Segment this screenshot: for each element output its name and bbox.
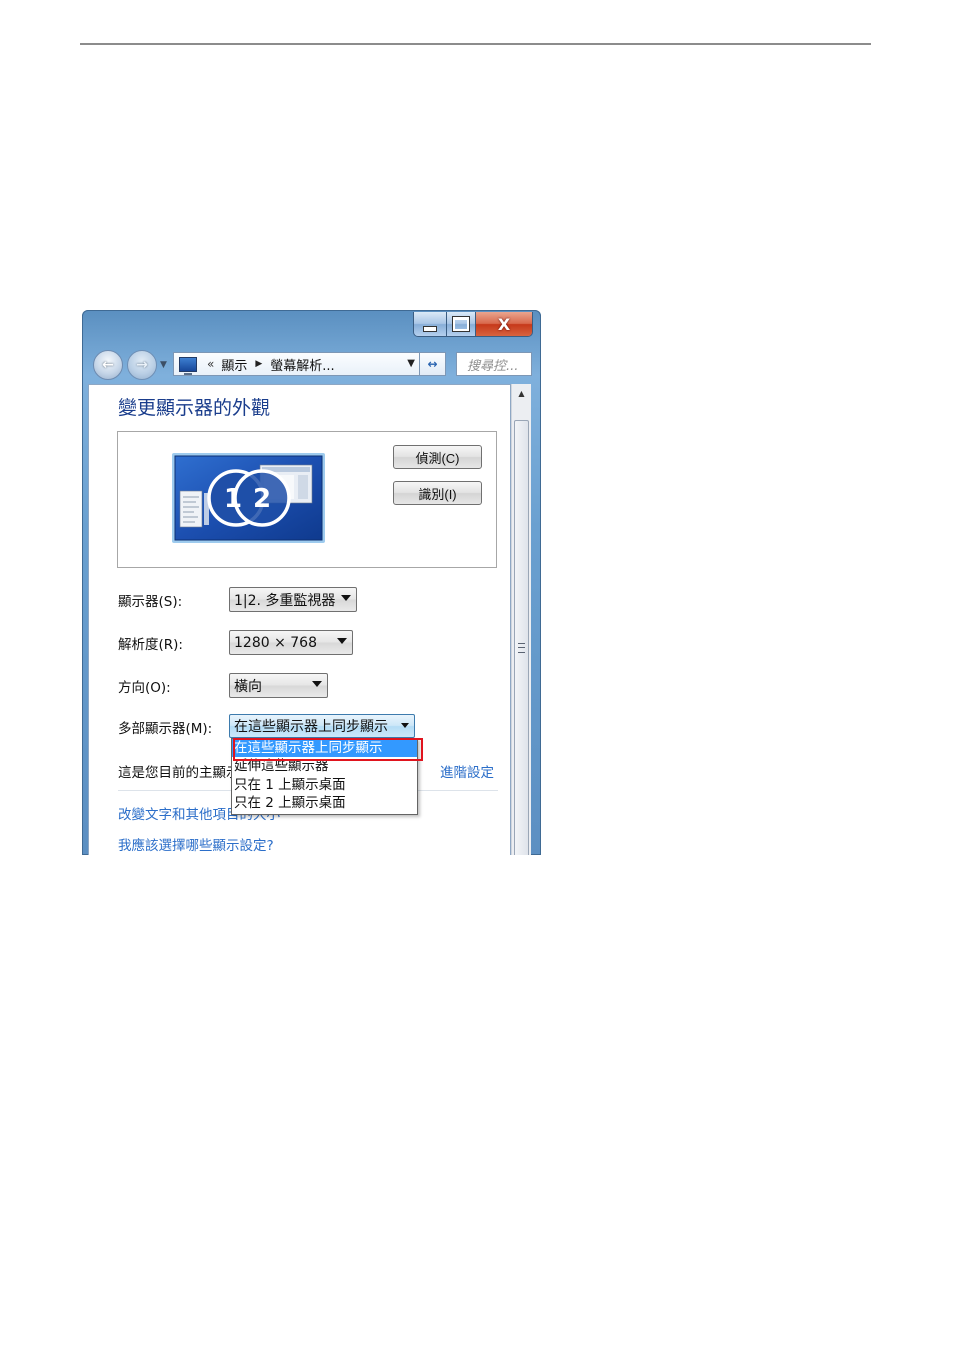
resolution-label: 解析度(R): (118, 637, 183, 653)
monitor-arrangement-graphic[interactable]: 1 2 (172, 453, 325, 543)
recent-pages-dropdown[interactable]: ▼ (160, 360, 167, 370)
display-label: 顯示器(S): (118, 594, 183, 610)
monitor-2-label: 2 (253, 484, 271, 514)
chevron-down-icon (312, 681, 322, 687)
search-input[interactable]: 搜尋控... (456, 352, 532, 376)
refresh-button[interactable]: ↔ (420, 352, 446, 376)
close-button[interactable]: X (476, 312, 532, 336)
orientation-select[interactable]: 橫向 (229, 673, 328, 698)
maximize-button[interactable] (447, 312, 476, 336)
orientation-label: 方向(O): (118, 680, 171, 696)
breadcrumb-overflow-icon[interactable]: « (207, 357, 214, 371)
monitor-preview-area: 1 2 偵測(C) 識別(I) (117, 431, 497, 568)
page-top-rule (80, 43, 871, 45)
vertical-scrollbar[interactable]: ▲ (511, 384, 531, 855)
forward-button[interactable]: → (127, 350, 157, 380)
scroll-grip-icon (518, 643, 525, 653)
resolution-select-value: 1280 × 768 (234, 634, 317, 651)
multiple-displays-dropdown-list: 在這些顯示器上同步顯示 延伸這些顯示器 只在 1 上顯示桌面 只在 2 上顯示桌… (231, 738, 418, 815)
back-arrow-icon: ← (102, 357, 114, 373)
display-control-panel-icon (179, 356, 197, 375)
forward-arrow-icon: → (136, 357, 148, 373)
chevron-down-icon (341, 595, 351, 601)
dropdown-option-only-1[interactable]: 只在 1 上顯示桌面 (232, 776, 417, 794)
detect-button[interactable]: 偵測(C) (393, 445, 482, 469)
content-pane: 變更顯示器的外觀 1 2 偵測(C) 識別(I) 顯示器(S): 1|2. 多重… (88, 384, 511, 855)
scroll-up-arrow-icon[interactable]: ▲ (512, 384, 531, 402)
dropdown-option-duplicate[interactable]: 在這些顯示器上同步顯示 (232, 739, 417, 757)
minimize-button[interactable] (414, 312, 447, 336)
maximize-icon (452, 316, 470, 332)
display-select[interactable]: 1|2. 多重監視器 (229, 587, 357, 612)
address-bar[interactable]: « 顯示 ▶ 螢幕解析... ▼ (173, 352, 420, 376)
orientation-select-value: 橫向 (234, 678, 262, 695)
page-title: 變更顯示器的外觀 (118, 397, 271, 419)
dropdown-option-extend[interactable]: 延伸這些顯示器 (232, 757, 417, 775)
search-placeholder: 搜尋控... (467, 358, 519, 374)
scroll-thumb[interactable] (514, 420, 529, 855)
identify-button[interactable]: 識別(I) (393, 481, 482, 505)
multiple-displays-select[interactable]: 在這些顯示器上同步顯示 (229, 714, 415, 738)
multiple-displays-select-value: 在這些顯示器上同步顯示 (234, 719, 388, 735)
resolution-select[interactable]: 1280 × 768 (229, 630, 353, 655)
close-icon: X (497, 314, 511, 334)
which-settings-link[interactable]: 我應該選擇哪些顯示設定? (118, 834, 274, 854)
minimize-icon (423, 326, 437, 332)
dropdown-option-only-2[interactable]: 只在 2 上顯示桌面 (232, 794, 417, 812)
chevron-down-icon (337, 638, 347, 644)
multiple-displays-label: 多部顯示器(M): (118, 721, 213, 737)
screen-resolution-window: X ← → ▼ « 顯示 ▶ 螢幕解析... ▼ ↔ 搜尋控... 變更顯示器的… (82, 310, 541, 855)
display-select-value: 1|2. 多重監視器 (234, 592, 336, 609)
monitor-1-label: 1 (224, 484, 242, 514)
back-button[interactable]: ← (93, 350, 123, 380)
address-dropdown-icon[interactable]: ▼ (407, 358, 415, 369)
breadcrumb-display[interactable]: 顯示 (221, 355, 247, 374)
refresh-icon: ↔ (427, 357, 438, 371)
caption-buttons: X (413, 312, 533, 337)
breadcrumb-screen-resolution[interactable]: 螢幕解析... (270, 355, 334, 374)
breadcrumb-separator-icon[interactable]: ▶ (255, 359, 262, 369)
advanced-settings-link[interactable]: 進階設定 (440, 761, 494, 781)
chevron-down-icon (401, 723, 409, 728)
